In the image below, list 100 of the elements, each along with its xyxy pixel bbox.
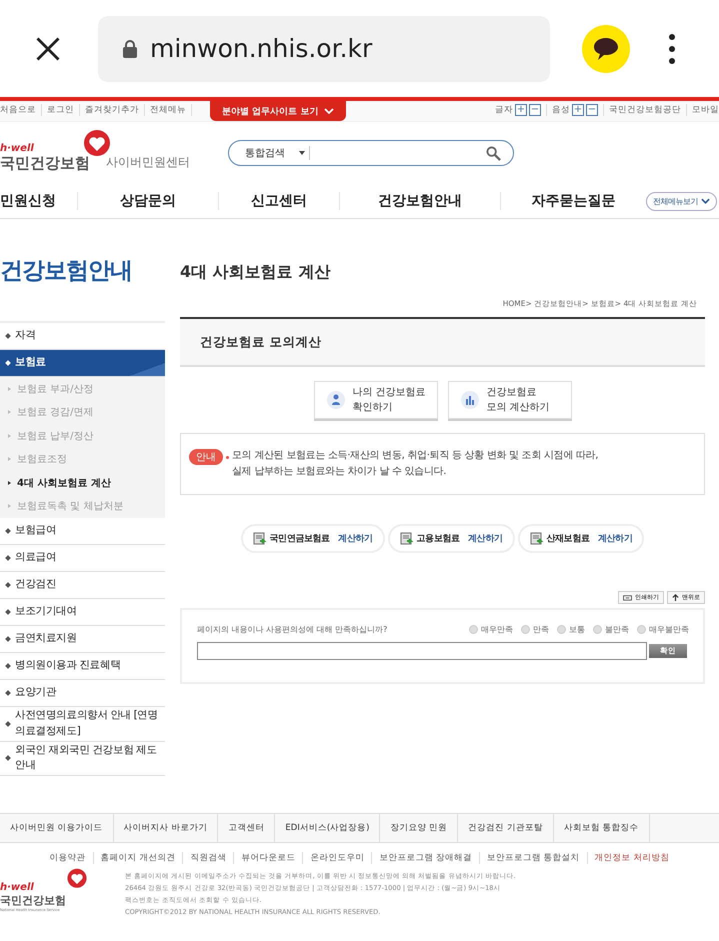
policy-link[interactable]: 보안프로그램 통합설치 (480, 852, 588, 864)
sidebar-item[interactable]: 요양기관 (0, 680, 165, 707)
utility-link[interactable]: 전체메뉴 (145, 104, 192, 116)
site-menu-tab[interactable]: 분야별 업무사이트 보기 (210, 101, 346, 121)
sidebar-subitem[interactable]: 4대 사회보험료 계산 (0, 471, 165, 494)
search-field[interactable]: 통합검색 (228, 140, 514, 166)
chat-bubble-icon[interactable] (582, 24, 630, 72)
policy-link[interactable]: 뷰어다운로드 (234, 852, 304, 864)
bullet-icon (5, 360, 11, 366)
nav-item[interactable]: 상담문의 (78, 192, 219, 210)
section-heading: 건강보험료 모의계산 (200, 334, 322, 350)
arrow-icon (8, 386, 11, 391)
arrow-icon (8, 457, 11, 462)
bullet-icon (5, 333, 11, 339)
survey-question: 페이지의 내용이나 사용편의성에 대해 만족하십니까? (197, 624, 388, 635)
document-icon (252, 532, 267, 546)
lock-icon (122, 40, 138, 58)
increase-button[interactable]: + (572, 104, 584, 116)
bullet-icon (5, 663, 11, 669)
bullet-icon (5, 528, 11, 534)
comment-field[interactable] (197, 642, 647, 660)
arrow-icon (8, 410, 11, 414)
printer-icon (623, 594, 632, 601)
rating-option[interactable]: 만족 (521, 624, 549, 635)
nav-item[interactable]: 건강보험안내 (340, 192, 501, 210)
utility-link[interactable]: 로그인 (42, 104, 80, 116)
radio-button[interactable] (469, 625, 478, 634)
sidebar-item[interactable]: 보험급여 (0, 518, 165, 545)
action-button[interactable]: 건강보험료 모의 계산하기 (448, 381, 572, 419)
calculate-button[interactable]: 산재보험료 계산하기 (518, 524, 644, 553)
sidebar-item[interactable]: 의료급여 (0, 545, 165, 572)
utility-link[interactable]: 국민건강보험공단 (604, 104, 687, 116)
sidebar-item[interactable]: 금연치료지원 (0, 626, 165, 653)
bullet-icon (5, 636, 11, 642)
sidebar-item[interactable]: 건강검진 (0, 572, 165, 599)
up-arrow-icon (672, 594, 679, 601)
bar-chart-icon (460, 391, 478, 409)
footer-link[interactable]: 사이버지사 바로가기 (114, 814, 218, 842)
search-icon[interactable] (486, 146, 501, 160)
decrease-button[interactable]: − (529, 104, 541, 116)
nav-item[interactable]: 민원신청 (0, 192, 78, 210)
arrow-icon (8, 480, 11, 485)
rating-option[interactable]: 매우만족 (469, 624, 513, 635)
document-icon (530, 532, 544, 546)
sidebar-item[interactable]: 보조기기대여 (0, 599, 165, 626)
person-icon (326, 391, 344, 409)
radio-button[interactable] (557, 625, 566, 634)
notice-badge: 안내 (189, 449, 223, 465)
footer-link[interactable]: 장기요양 민원 (380, 814, 458, 842)
utility-link[interactable]: 처음으로 (0, 104, 42, 116)
caret-icon (299, 151, 305, 155)
close-icon[interactable] (34, 34, 62, 62)
calculate-button[interactable]: 국민연금보험료 계산하기 (240, 524, 385, 553)
policy-link[interactable]: 개인정보 처리방침 (588, 852, 676, 864)
bullet-icon (5, 720, 11, 727)
radio-button[interactable] (593, 625, 602, 634)
policy-link[interactable]: 홈페이지 개선의견 (94, 852, 184, 864)
bullet-icon (5, 609, 11, 615)
rating-option[interactable]: 불만족 (593, 624, 629, 635)
chevron-icon (324, 108, 334, 114)
more-menu-icon[interactable] (668, 32, 676, 64)
page-title: 4대 사회보험료 계산 (180, 262, 332, 283)
search-scope-select[interactable]: 통합검색 (245, 146, 310, 160)
footer-link[interactable]: EDI서비스(사업장용) (275, 814, 380, 842)
nav-item[interactable]: 자주묻는질문 (501, 192, 646, 210)
rating-option[interactable]: 매우불만족 (637, 624, 689, 635)
sidebar-item[interactable]: 보험료 (0, 350, 165, 377)
arrow-icon (8, 504, 11, 508)
nav-item[interactable]: 신고센터 (219, 192, 340, 210)
radio-button[interactable] (637, 625, 646, 634)
utility-link[interactable]: 즐겨찾기추가 (80, 104, 145, 116)
bullet-icon (5, 755, 11, 762)
document-icon (400, 532, 414, 546)
address-bar[interactable]: minwon.nhis.or.kr (98, 16, 550, 82)
control-label: 글자 (495, 104, 513, 116)
utility-link[interactable]: 모바일 (687, 104, 719, 116)
footer-link[interactable]: 사이버민원 이용가이드 (0, 814, 114, 842)
sidebar-item[interactable]: 사전연명의료의향서 안내 [연명의료결정제도] (0, 707, 165, 742)
bullet-icon (5, 690, 11, 696)
notice-text: 모의 계산된 보험료는 소득·재산의 변동, 취업·퇴직 등 상황 변화 및 조회 시점에 따라, 실제 납부하는 보험료와는 차이가 날 수 있습니다. (232, 449, 598, 479)
all-menu-button[interactable]: 전체메뉴보기 (646, 192, 717, 210)
site-subtitle: 사이버민원센터 (106, 154, 190, 170)
policy-link[interactable]: 온라인도우미 (303, 852, 372, 864)
section-title: 건강보험안내 (0, 257, 133, 286)
footer-link[interactable]: 사회보험 통합징수 (554, 814, 650, 842)
policy-link[interactable]: 이용약관 (42, 852, 94, 864)
footer-link[interactable]: 고객센터 (218, 814, 276, 842)
control-label: 음성 (552, 104, 570, 116)
bullet-icon (5, 555, 11, 561)
action-button[interactable]: 나의 건강보험료 확인하기 (314, 381, 438, 419)
calculate-button[interactable]: 고용보험료 계산하기 (388, 524, 515, 553)
radio-button[interactable] (521, 625, 530, 634)
decrease-button[interactable]: − (586, 104, 598, 116)
sidebar-item[interactable]: 병의원이용과 진료혜택 (0, 653, 165, 680)
sidebar-item[interactable]: 외국인 재외국민 건강보험 제도 안내 (0, 742, 165, 776)
increase-button[interactable]: + (515, 104, 527, 116)
rating-option[interactable]: 보통 (557, 624, 585, 635)
policy-link[interactable]: 보안프로그램 장애해결 (372, 852, 480, 864)
policy-link[interactable]: 직원검색 (183, 852, 234, 864)
footer-link[interactable]: 건강검진 기관포탈 (458, 814, 554, 842)
